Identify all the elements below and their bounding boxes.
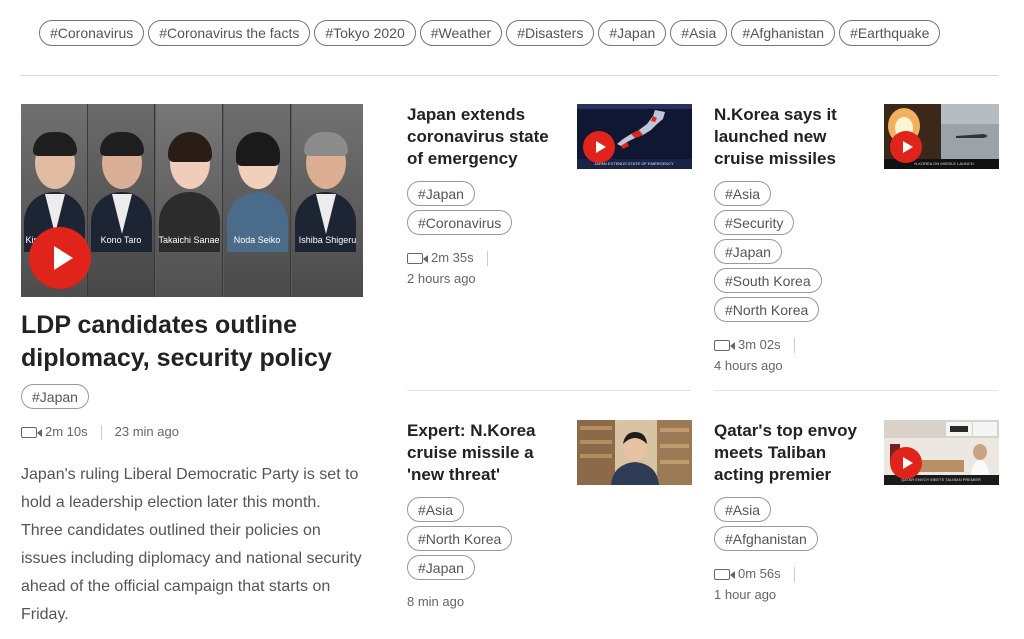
video-duration: 3m 02s: [738, 337, 781, 352]
featured-video-thumbnail[interactable]: Kishida Fumio Kono Taro Takaichi Sanae N…: [21, 104, 363, 297]
candidate-portrait: Ishiba Shigeru: [292, 104, 363, 297]
video-thumbnail[interactable]: JAPAN EXTENDS STATE OF EMERGENCY: [577, 104, 692, 169]
card-headline[interactable]: Japan extends coronavirus state of emerg…: [407, 104, 567, 170]
topic-tag-bar: #Coronavirus #Coronavirus the facts #Tok…: [39, 20, 941, 46]
article-tag-japan[interactable]: #Japan: [407, 181, 475, 206]
video-icon: [714, 339, 735, 351]
news-card: N.Korea says it launched new cruise miss…: [714, 104, 874, 374]
svg-text:QATAR ENVOY MEETS TALIBAN PREM: QATAR ENVOY MEETS TALIBAN PREMIER: [901, 477, 981, 482]
article-tag-coronavirus[interactable]: #Coronavirus: [407, 210, 513, 235]
topic-tag-coronavirus-facts[interactable]: #Coronavirus the facts: [148, 20, 311, 46]
article-tag-japan[interactable]: #Japan: [407, 555, 475, 580]
candidate-portrait: Noda Seiko: [224, 104, 291, 297]
topic-tag-japan[interactable]: #Japan: [598, 20, 667, 46]
video-icon: [21, 426, 42, 438]
video-thumbnail[interactable]: QATAR ENVOY MEETS TALIBAN PREMIER: [884, 420, 999, 485]
published-time: 8 min ago: [407, 594, 465, 609]
featured-meta: 2m 10s 23 min ago: [21, 424, 179, 440]
section-divider: [20, 75, 998, 76]
article-tag-asia[interactable]: #Asia: [714, 181, 772, 206]
article-tag-security[interactable]: #Security: [714, 210, 795, 235]
news-card: Japan extends coronavirus state of emerg…: [407, 104, 567, 287]
video-duration: 2m 35s: [431, 250, 474, 265]
play-icon[interactable]: [890, 131, 922, 163]
published-time: 2 hours ago: [407, 271, 476, 286]
featured-summary: Japan's ruling Liberal Democratic Party …: [21, 466, 362, 623]
article-tag-afghanistan[interactable]: #Afghanistan: [714, 526, 818, 551]
topic-tag-weather[interactable]: #Weather: [419, 20, 503, 46]
candidate-portrait: Kono Taro: [88, 104, 155, 297]
play-icon[interactable]: [890, 447, 922, 479]
article-tag-north-korea[interactable]: #North Korea: [407, 526, 513, 551]
video-icon: [714, 568, 735, 580]
published-time: 1 hour ago: [714, 587, 777, 602]
video-duration: 2m 10s: [45, 424, 88, 439]
article-tag-japan[interactable]: #Japan: [714, 239, 782, 264]
svg-text:JAPAN EXTENDS STATE OF EMERGEN: JAPAN EXTENDS STATE OF EMERGENCY: [594, 161, 674, 166]
topic-tag-tokyo-2020[interactable]: #Tokyo 2020: [314, 20, 416, 46]
candidate-name: Ishiba Shigeru: [298, 235, 357, 245]
article-tag-asia[interactable]: #Asia: [714, 497, 772, 522]
card-headline[interactable]: Expert: N.Korea cruise missile a 'new th…: [407, 420, 567, 486]
candidate-name: Noda Seiko: [233, 235, 281, 245]
card-divider: [714, 390, 998, 391]
card-headline[interactable]: Qatar's top envoy meets Taliban acting p…: [714, 420, 874, 486]
video-duration: 0m 56s: [738, 566, 781, 581]
news-card: Expert: N.Korea cruise missile a 'new th…: [407, 420, 567, 610]
play-icon[interactable]: [583, 131, 615, 163]
video-thumbnail[interactable]: N.KOREA ON MISSILE LAUNCH: [884, 104, 999, 169]
published-time: 23 min ago: [114, 424, 179, 439]
news-card: Qatar's top envoy meets Taliban acting p…: [714, 420, 874, 603]
topic-tag-disasters[interactable]: #Disasters: [506, 20, 595, 46]
topic-tag-earthquake[interactable]: #Earthquake: [839, 20, 941, 46]
video-icon: [407, 252, 428, 264]
topic-tag-coronavirus[interactable]: #Coronavirus: [39, 20, 145, 46]
article-tag-asia[interactable]: #Asia: [407, 497, 465, 522]
article-tag-japan[interactable]: #Japan: [21, 384, 89, 409]
topic-tag-asia[interactable]: #Asia: [670, 20, 728, 46]
candidate-portrait: Takaichi Sanae: [156, 104, 223, 297]
card-headline[interactable]: N.Korea says it launched new cruise miss…: [714, 104, 874, 170]
article-tag-south-korea[interactable]: #South Korea: [714, 268, 822, 293]
play-icon[interactable]: [29, 227, 91, 289]
article-thumbnail[interactable]: [577, 420, 692, 485]
published-time: 4 hours ago: [714, 358, 783, 373]
featured-headline[interactable]: LDP candidates outline diplomacy, securi…: [21, 309, 366, 375]
svg-text:N.KOREA ON MISSILE LAUNCH: N.KOREA ON MISSILE LAUNCH: [914, 161, 973, 166]
candidate-name: Kono Taro: [100, 235, 142, 245]
topic-tag-afghanistan[interactable]: #Afghanistan: [731, 20, 836, 46]
expert-interview-graphic: [577, 420, 692, 485]
card-divider: [407, 390, 691, 391]
candidate-name: Takaichi Sanae: [158, 235, 220, 245]
article-tag-north-korea[interactable]: #North Korea: [714, 297, 820, 322]
